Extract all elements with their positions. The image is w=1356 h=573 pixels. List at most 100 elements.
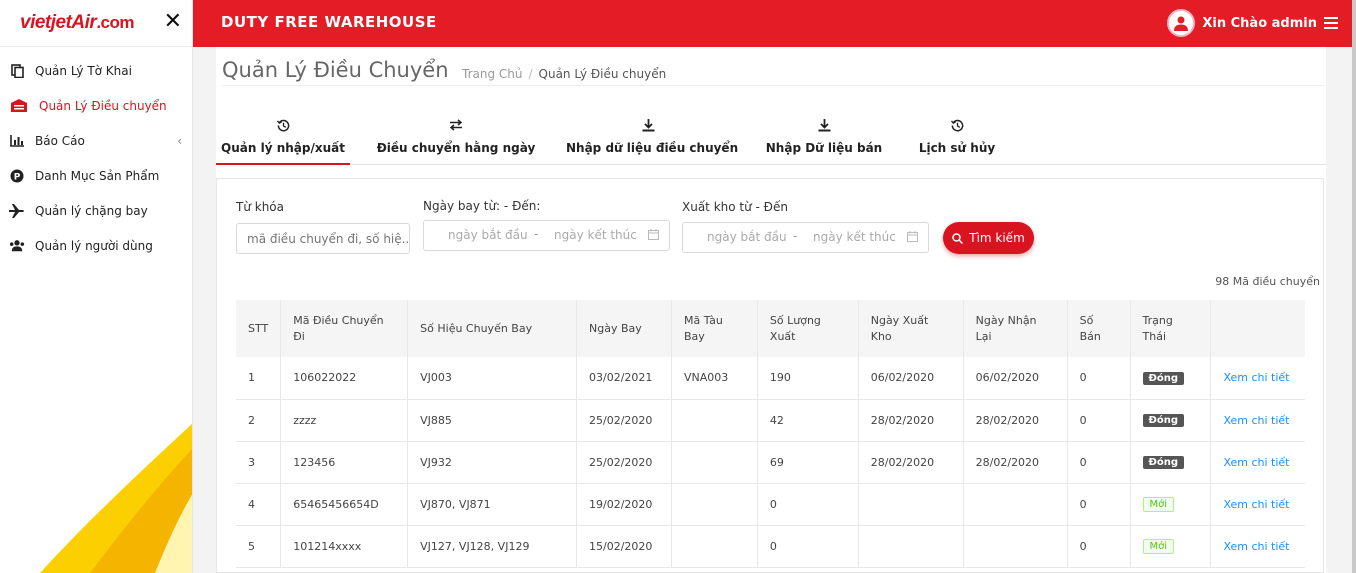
tab-label: Điều chuyển hằng ngày: [376, 141, 536, 155]
cell-action: Xem chi tiết: [1211, 483, 1305, 525]
export-date-start[interactable]: ngày bắt đầu: [707, 230, 787, 244]
cell-status: Mới: [1130, 483, 1212, 525]
cell-aircraft: [671, 399, 758, 441]
result-count: 98 Mã điều chuyển: [1215, 275, 1320, 288]
sidebar-item-label: Quản Lý Điều chuyển: [39, 98, 167, 113]
sidebar: vietjetAir.com ✕ Quản Lý Tờ Khai Quản Lý…: [0, 0, 193, 573]
breadcrumb-separator: /: [528, 67, 533, 81]
view-detail-link[interactable]: Xem chi tiết: [1223, 414, 1289, 427]
users-icon: [9, 238, 25, 254]
export-date-end[interactable]: ngày kết thúc: [813, 230, 896, 244]
cell-action: Xem chi tiết: [1211, 399, 1305, 441]
calendar-icon[interactable]: [907, 231, 918, 245]
hamburger-menu-icon[interactable]: [1324, 17, 1338, 29]
view-detail-link[interactable]: Xem chi tiết: [1223, 456, 1289, 469]
export-date-range[interactable]: ngày bắt đầu - ngày kết thúc: [682, 222, 929, 253]
cell-code: 123456: [280, 441, 409, 483]
view-detail-link[interactable]: Xem chi tiết: [1223, 371, 1289, 384]
status-badge: Đóng: [1142, 414, 1185, 427]
avatar[interactable]: [1167, 9, 1196, 37]
breadcrumb: Trang Chủ / Quản Lý Điều chuyển: [462, 67, 666, 81]
tab-quan-ly-nhap-xuat[interactable]: Quản lý nhập/xuất: [216, 117, 350, 165]
cell-action: Xem chi tiết: [1211, 441, 1305, 483]
cell-stt: 2: [236, 399, 282, 441]
sidebar-item-bao-cao[interactable]: Báo Cáo ‹: [0, 123, 192, 158]
chevron-left-icon: ‹: [177, 133, 182, 148]
page-title: Quản Lý Điều Chuyển: [222, 58, 449, 82]
table-row: 5 101214xxxx VJ127, VJ128, VJ129 15/02/2…: [236, 525, 1305, 567]
main-content: Quản Lý Điều Chuyển Trang Chủ / Quản Lý Đi…: [216, 47, 1326, 573]
column-header[interactable]: Mã Tàu Bay: [671, 300, 758, 357]
column-header[interactable]: Số Bán: [1067, 300, 1131, 357]
tab-label: Nhập dữ liệu điều chuyển: [566, 141, 739, 155]
calendar-icon[interactable]: [648, 229, 659, 243]
column-header[interactable]: Mã Điều Chuyển Đi: [280, 300, 409, 357]
column-header[interactable]: Ngày Nhận Lại: [963, 300, 1068, 357]
table-row: 3 123456 VJ932 25/02/2020 69 28/02/2020 …: [236, 441, 1305, 483]
product-circle-icon: P: [9, 168, 25, 184]
cell-qty: 42: [757, 399, 859, 441]
keyword-input[interactable]: [236, 223, 410, 254]
cell-flight: VJ870, VJ871: [407, 483, 578, 525]
flight-date-start[interactable]: ngày bắt đầu: [448, 228, 528, 242]
status-badge: Mới: [1142, 538, 1175, 554]
sidebar-item-chang-bay[interactable]: Quản lý chặng bay: [0, 193, 192, 228]
cell-export-date: 28/02/2020: [858, 441, 964, 483]
cell-received-date: 06/02/2020: [963, 357, 1068, 399]
cell-flight: VJ127, VJ128, VJ129: [407, 525, 578, 567]
search-button[interactable]: Tìm kiếm: [943, 222, 1034, 254]
cell-action: Xem chi tiết: [1211, 357, 1305, 399]
transfer-table: STT Mã Điều Chuyển Đi Số Hiệu Chuyến Bay…: [236, 300, 1305, 568]
sidebar-item-dieu-chuyen[interactable]: Quản Lý Điều chuyển: [0, 88, 192, 123]
cell-sold: 0: [1067, 357, 1131, 399]
page-scrollbar[interactable]: [1352, 0, 1356, 573]
column-header[interactable]: Số Lượng Xuất: [757, 300, 859, 357]
column-header[interactable]: Trạng Thái: [1130, 300, 1212, 357]
cell-export-date: 28/02/2020: [858, 399, 964, 441]
breadcrumb-home[interactable]: Trang Chủ: [462, 67, 522, 81]
column-header[interactable]: Ngày Bay: [576, 300, 672, 357]
cell-aircraft: [671, 483, 758, 525]
sidebar-item-label: Quản lý chặng bay: [35, 203, 148, 218]
cell-sold: 0: [1067, 399, 1131, 441]
top-header: DUTY FREE WAREHOUSE Xin Chào admin: [193, 0, 1352, 47]
cell-aircraft: [671, 441, 758, 483]
tab-lich-su-huy[interactable]: Lịch sử hủy: [914, 117, 1000, 165]
cell-date: 19/02/2020: [576, 483, 672, 525]
cell-sold: 0: [1067, 441, 1131, 483]
close-sidebar-icon[interactable]: ✕: [164, 10, 182, 34]
view-detail-link[interactable]: Xem chi tiết: [1223, 540, 1289, 553]
sidebar-item-label: Danh Mục Sản Phẩm: [35, 168, 160, 183]
status-badge: Đóng: [1142, 456, 1185, 469]
cell-received-date: 28/02/2020: [963, 399, 1068, 441]
flight-date-end[interactable]: ngày kết thúc: [554, 228, 637, 242]
range-dash: -: [793, 229, 798, 243]
svg-text:P: P: [14, 172, 21, 182]
vietjet-logo[interactable]: vietjetAir.com: [20, 12, 135, 34]
filter-and-table-panel: Từ khóa Ngày bay từ: - Đến: ngày bắt đầu…: [216, 178, 1324, 573]
download-icon: [764, 119, 884, 137]
tab-nhap-du-lieu-ban[interactable]: Nhập Dữ liệu bán: [764, 117, 884, 165]
tab-nhap-du-lieu-dieu-chuyen[interactable]: Nhập dữ liệu điều chuyển: [566, 117, 739, 165]
table-row: 4 65465456654D VJ870, VJ871 19/02/2020 0…: [236, 483, 1305, 525]
cell-date: 25/02/2020: [576, 399, 672, 441]
column-header[interactable]: Số Hiệu Chuyến Bay: [407, 300, 578, 357]
cell-status: Đóng: [1130, 357, 1212, 399]
user-menu[interactable]: Xin Chào admin: [1167, 9, 1338, 37]
cell-code: 101214xxxx: [280, 525, 409, 567]
sidebar-item-danh-muc[interactable]: P Danh Mục Sản Phẩm: [0, 158, 192, 193]
cell-code: zzzz: [280, 399, 409, 441]
sidebar-item-label: Quản Lý Tờ Khai: [35, 63, 132, 78]
sidebar-item-nguoi-dung[interactable]: Quản lý người dùng: [0, 228, 192, 263]
sidebar-menu: Quản Lý Tờ Khai Quản Lý Điều chuyển Báo …: [0, 47, 192, 263]
tab-dieu-chuyen-hang-ngay[interactable]: Điều chuyển hằng ngày: [376, 117, 536, 165]
column-header[interactable]: STT: [236, 300, 282, 357]
brand-swoosh-decoration: [40, 423, 192, 573]
sidebar-item-label: Báo Cáo: [35, 133, 85, 148]
sidebar-item-to-khai[interactable]: Quản Lý Tờ Khai: [0, 53, 192, 88]
cell-stt: 1: [236, 357, 282, 399]
column-header[interactable]: Ngày Xuất Kho: [858, 300, 964, 357]
breadcrumb-current: Quản Lý Điều chuyển: [538, 67, 667, 81]
flight-date-range[interactable]: ngày bắt đầu - ngày kết thúc: [423, 220, 670, 251]
view-detail-link[interactable]: Xem chi tiết: [1223, 498, 1289, 511]
